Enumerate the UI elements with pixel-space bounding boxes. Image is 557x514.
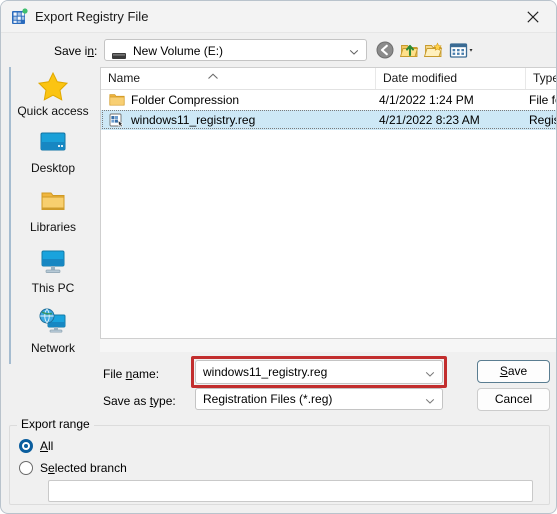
- places-bar: Quick access Desktop Libraries This PC N…: [9, 67, 95, 364]
- save-as-type-label: Save as type:: [103, 394, 176, 408]
- libraries-folder-icon: [34, 185, 72, 219]
- sidebar-item-quick-access[interactable]: Quick access: [11, 67, 95, 123]
- file-name: windows11_registry.reg: [131, 113, 256, 127]
- radio-label: All: [40, 439, 54, 453]
- file-type: Regis: [529, 113, 557, 127]
- save-in-dropdown[interactable]: New Volume (E:): [104, 39, 367, 61]
- sidebar-item-libraries[interactable]: Libraries: [11, 183, 95, 239]
- new-folder-button[interactable]: [423, 40, 446, 61]
- selected-branch-input[interactable]: [48, 480, 533, 502]
- file-date-modified: 4/21/2022 8:23 AM: [379, 113, 480, 127]
- export-range-legend: Export range: [17, 417, 94, 431]
- sidebar-item-label: This PC: [31, 281, 75, 295]
- sort-ascending-icon: [207, 69, 219, 79]
- chevron-down-icon: [469, 49, 473, 52]
- save-button[interactable]: Save: [477, 360, 550, 383]
- new-folder-icon: [423, 42, 443, 57]
- file-name-combobox[interactable]: [195, 360, 443, 384]
- column-header-type[interactable]: Type: [526, 68, 556, 89]
- table-row[interactable]: windows11_registry.reg 4/21/2022 8:23 AM…: [101, 110, 557, 130]
- close-icon: [527, 10, 539, 23]
- radio-indicator-selected: [19, 439, 33, 453]
- back-icon: [376, 41, 394, 59]
- chevron-down-icon: [349, 46, 359, 56]
- drive-icon: [112, 48, 126, 59]
- up-one-level-button[interactable]: [399, 40, 422, 61]
- chevron-down-icon: [425, 395, 435, 405]
- cancel-button[interactable]: Cancel: [477, 388, 550, 411]
- column-header-date-modified[interactable]: Date modified: [376, 68, 526, 89]
- sidebar-item-label: Network: [30, 341, 75, 355]
- table-row[interactable]: Folder Compression 4/1/2022 1:24 PM File…: [101, 90, 556, 110]
- save-in-value: New Volume (E:): [133, 44, 224, 58]
- registry-file-icon: [109, 112, 125, 128]
- sidebar-item-this-pc[interactable]: This PC: [11, 244, 95, 300]
- views-button[interactable]: [449, 40, 479, 61]
- sidebar-item-label: Quick access: [17, 104, 89, 118]
- sidebar-item-label: Libraries: [29, 220, 77, 234]
- chevron-down-icon[interactable]: [425, 368, 435, 378]
- horizontal-scrollbar-track[interactable]: [100, 339, 556, 352]
- column-header-name[interactable]: Name: [101, 68, 376, 89]
- sidebar-item-network[interactable]: Network: [11, 304, 95, 360]
- save-as-type-value: Registration Files (*.reg): [203, 392, 333, 406]
- radio-indicator-unselected: [19, 461, 33, 475]
- registry-editor-icon: [11, 8, 28, 25]
- file-date-modified: 4/1/2022 1:24 PM: [379, 93, 474, 107]
- file-list[interactable]: Name Date modified Type Folder Compressi…: [100, 67, 557, 339]
- star-icon: [34, 69, 72, 103]
- sidebar-item-desktop[interactable]: Desktop: [11, 124, 95, 180]
- file-name: Folder Compression: [131, 93, 240, 107]
- this-pc-monitor-icon: [34, 246, 72, 280]
- radio-label: Selected branch: [40, 461, 127, 475]
- file-name-label: File name:: [103, 367, 160, 381]
- title-bar: Export Registry File: [1, 1, 556, 33]
- desktop-icon: [34, 126, 72, 160]
- folder-icon: [109, 92, 125, 108]
- sidebar-item-label: Desktop: [30, 161, 76, 175]
- save-as-type-dropdown[interactable]: Registration Files (*.reg): [195, 388, 443, 410]
- network-globe-icon: [34, 306, 72, 340]
- views-icon: [449, 43, 468, 58]
- save-in-label: Save in:: [54, 44, 98, 58]
- file-type: File fo: [529, 93, 556, 107]
- back-button[interactable]: [375, 40, 397, 61]
- column-header-row: Name Date modified Type: [101, 68, 556, 90]
- page-title: Export Registry File: [35, 9, 149, 24]
- export-registry-file-dialog: Export Registry File Save in: New Volume…: [0, 0, 557, 514]
- up-one-level-icon: [399, 44, 419, 57]
- file-name-input[interactable]: [203, 361, 418, 383]
- close-button[interactable]: [510, 1, 556, 32]
